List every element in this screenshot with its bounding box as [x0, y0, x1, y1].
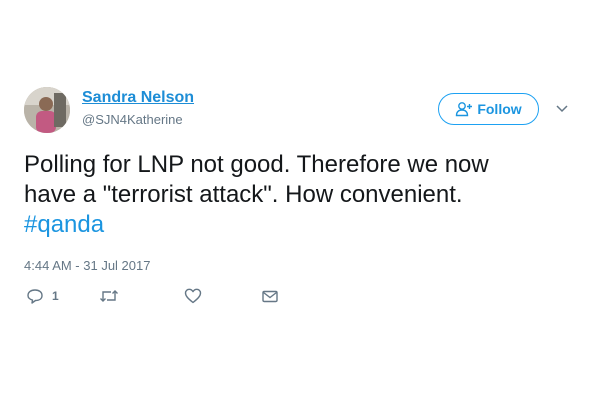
reply-count: 1 [52, 289, 59, 303]
hashtag-link[interactable]: #qanda [24, 210, 584, 240]
person-plus-icon [455, 101, 473, 117]
envelope-icon [261, 287, 279, 305]
tweet-timestamp[interactable]: 4:44 AM - 31 Jul 2017 [24, 258, 150, 273]
reply-button[interactable]: 1 [26, 287, 59, 305]
follow-button[interactable]: Follow [438, 93, 539, 125]
author-name[interactable]: Sandra Nelson [82, 89, 194, 107]
chevron-down-icon[interactable] [554, 100, 570, 116]
tweet-text: Polling for LNP not good. Therefore we n… [24, 150, 584, 240]
tweet-text-line: Polling for LNP not good. Therefore we n… [24, 151, 489, 178]
heart-icon [184, 287, 202, 305]
like-button[interactable] [184, 287, 202, 305]
direct-message-button[interactable] [261, 287, 279, 305]
author-handle[interactable]: @SJN4Katherine [82, 112, 183, 127]
reply-icon [26, 287, 44, 305]
retweet-icon [99, 287, 119, 305]
follow-button-label: Follow [477, 101, 522, 117]
retweet-button[interactable] [99, 287, 119, 305]
tweet-card: Sandra Nelson @SJN4Katherine Follow Poll… [0, 0, 600, 400]
avatar[interactable] [24, 87, 70, 133]
tweet-text-line: have a "terrorist attack". How convenien… [24, 181, 463, 208]
